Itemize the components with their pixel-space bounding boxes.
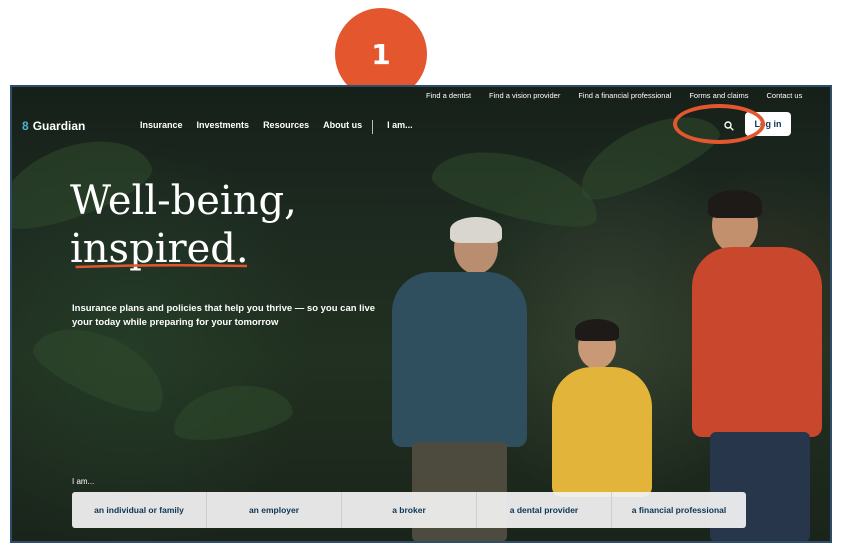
brand-name: Guardian <box>32 119 86 133</box>
hero-subtext: Insurance plans and policies that help y… <box>72 303 376 328</box>
utility-nav: Find a dentist Find a vision provider Fi… <box>426 91 820 100</box>
util-link-contact-us[interactable]: Contact us <box>767 91 803 100</box>
headline-line-1: Well-being, <box>70 178 297 224</box>
audience-broker[interactable]: a broker <box>342 492 477 528</box>
util-link-find-dentist[interactable]: Find a dentist <box>426 91 471 100</box>
main-nav: 8 Guardian Insurance Investments Resourc… <box>12 104 830 144</box>
nav-divider <box>372 120 374 134</box>
nav-item-about-us[interactable]: About us <box>323 120 362 134</box>
audience-selector: an individual or family an employer a br… <box>72 492 746 528</box>
audience-individual-or-family[interactable]: an individual or family <box>72 492 207 528</box>
foliage-decoration <box>168 376 296 448</box>
audience-dental-provider[interactable]: a dental provider <box>477 492 612 528</box>
nav-item-insurance[interactable]: Insurance <box>140 120 183 134</box>
nav-item-i-am[interactable]: I am... <box>387 120 413 134</box>
audience-employer[interactable]: an employer <box>207 492 342 528</box>
audience-label: I am... <box>72 477 95 486</box>
nav-item-resources[interactable]: Resources <box>263 120 309 134</box>
util-link-find-vision-provider[interactable]: Find a vision provider <box>489 91 560 100</box>
hero-headline: Well-being, inspired. <box>70 177 297 273</box>
brand-logo[interactable]: 8 Guardian <box>22 119 85 133</box>
headline-line-2-wrap: inspired. <box>70 225 249 273</box>
audience-financial-professional[interactable]: a financial professional <box>612 492 746 528</box>
util-link-forms-and-claims[interactable]: Forms and claims <box>689 91 748 100</box>
primary-nav-items: Insurance Investments Resources About us… <box>140 120 427 134</box>
headline-underline-decoration <box>75 263 248 269</box>
guardian-logo-icon: 8 <box>22 119 29 133</box>
highlight-circle-annotation <box>673 104 765 144</box>
nav-item-investments[interactable]: Investments <box>197 120 250 134</box>
website-screenshot-frame: Find a dentist Find a vision provider Fi… <box>10 85 832 543</box>
util-link-find-financial-professional[interactable]: Find a financial professional <box>578 91 671 100</box>
